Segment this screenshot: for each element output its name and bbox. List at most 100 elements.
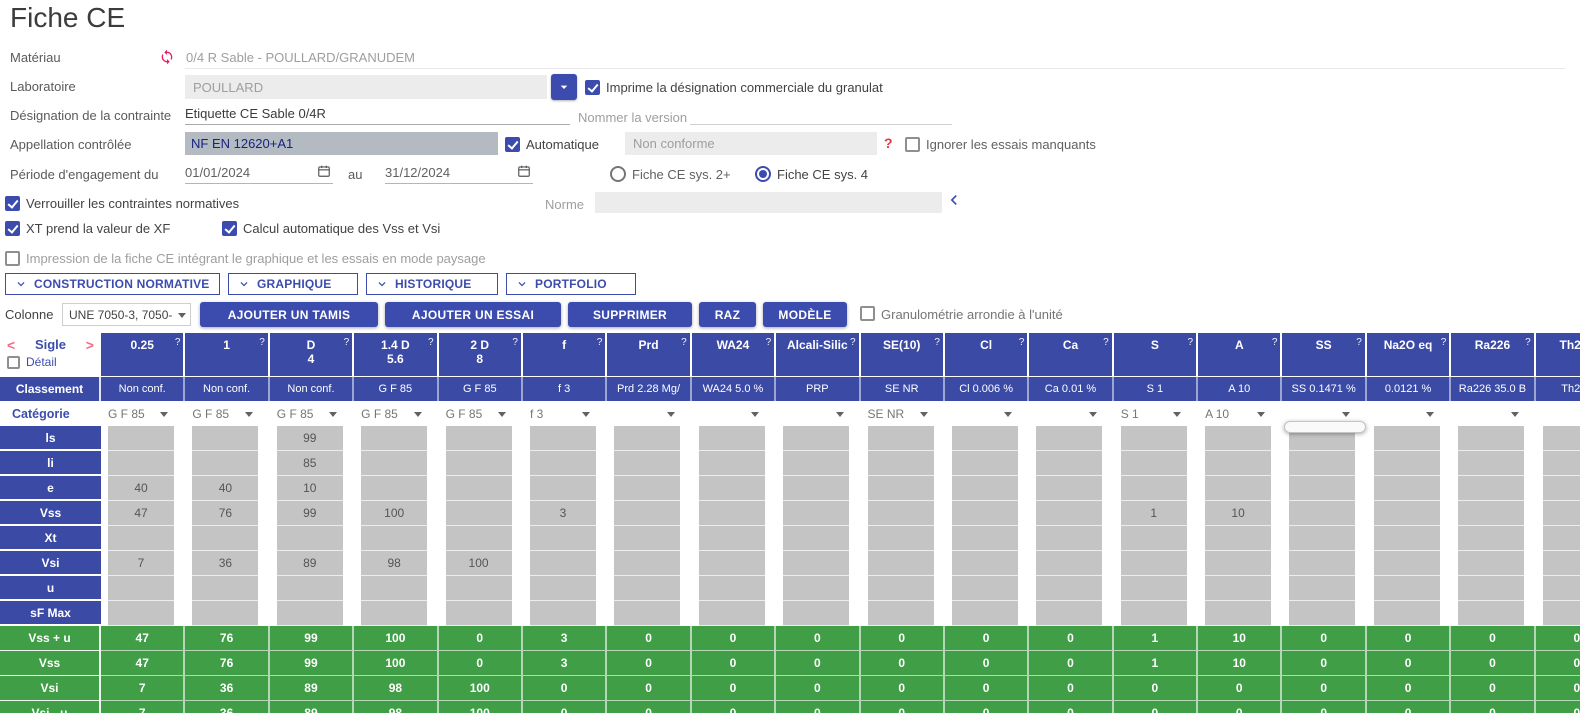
data-cell[interactable]: [108, 451, 174, 476]
detail-checkbox[interactable]: [7, 356, 20, 369]
data-cell[interactable]: 36: [192, 551, 258, 576]
data-cell[interactable]: [1036, 601, 1102, 626]
data-cell[interactable]: [952, 426, 1018, 451]
data-cell[interactable]: [361, 426, 427, 451]
data-cell[interactable]: [868, 601, 934, 626]
data-cell[interactable]: [1121, 476, 1187, 501]
categorie-select[interactable]: f 3: [524, 403, 594, 424]
data-cell[interactable]: [783, 526, 849, 551]
data-cell[interactable]: [1036, 501, 1102, 526]
colonne-select[interactable]: UNE 7050-3, 7050-: [62, 303, 191, 326]
data-cell[interactable]: [614, 601, 680, 626]
data-cell[interactable]: [699, 451, 765, 476]
data-cell[interactable]: [1205, 526, 1271, 551]
data-cell[interactable]: [1543, 551, 1580, 576]
data-cell[interactable]: [614, 576, 680, 601]
data-cell[interactable]: [1374, 551, 1440, 576]
data-cell[interactable]: [868, 576, 934, 601]
help-question-mark[interactable]: ?: [884, 135, 893, 151]
data-cell[interactable]: [614, 426, 680, 451]
data-cell[interactable]: [1036, 576, 1102, 601]
categorie-select[interactable]: G F 85: [102, 403, 172, 424]
data-cell[interactable]: [108, 576, 174, 601]
data-cell[interactable]: [277, 576, 343, 601]
column-help-icon[interactable]: ?: [175, 337, 181, 348]
data-cell[interactable]: [361, 526, 427, 551]
data-cell[interactable]: [1036, 451, 1102, 476]
data-cell[interactable]: 1: [1121, 501, 1187, 526]
data-cell[interactable]: [1036, 476, 1102, 501]
data-cell[interactable]: [1543, 501, 1580, 526]
data-cell[interactable]: [1374, 426, 1440, 451]
data-cell[interactable]: [868, 476, 934, 501]
categorie-select[interactable]: [1452, 403, 1522, 424]
data-cell[interactable]: 40: [108, 476, 174, 501]
data-cell[interactable]: [783, 476, 849, 501]
categorie-select[interactable]: [1030, 403, 1100, 424]
data-cell[interactable]: [1458, 576, 1524, 601]
next-column-arrow[interactable]: >: [86, 338, 94, 352]
column-help-icon[interactable]: ?: [850, 337, 856, 348]
data-cell[interactable]: [1374, 576, 1440, 601]
column-help-icon[interactable]: ?: [428, 337, 434, 348]
categorie-select[interactable]: [608, 403, 678, 424]
data-cell[interactable]: 85: [277, 451, 343, 476]
modele-button[interactable]: MODÈLE: [763, 302, 847, 327]
data-cell[interactable]: 100: [446, 551, 512, 576]
categorie-select[interactable]: [946, 403, 1016, 424]
data-cell[interactable]: [952, 526, 1018, 551]
data-cell[interactable]: [446, 576, 512, 601]
data-cell[interactable]: 10: [1205, 501, 1271, 526]
data-cell[interactable]: [868, 451, 934, 476]
calendar-icon[interactable]: [517, 164, 531, 181]
data-cell[interactable]: [699, 476, 765, 501]
verrouiller-checkbox[interactable]: [5, 196, 20, 211]
categorie-select[interactable]: [777, 403, 847, 424]
data-cell[interactable]: [868, 501, 934, 526]
data-cell[interactable]: 76: [192, 501, 258, 526]
data-cell[interactable]: [614, 526, 680, 551]
data-cell[interactable]: [1205, 476, 1271, 501]
data-cell[interactable]: 98: [361, 551, 427, 576]
data-cell[interactable]: 99: [277, 426, 343, 451]
data-cell[interactable]: [1036, 551, 1102, 576]
data-cell[interactable]: 10: [277, 476, 343, 501]
data-cell[interactable]: [1289, 501, 1355, 526]
data-cell[interactable]: [1121, 551, 1187, 576]
data-cell[interactable]: [1543, 526, 1580, 551]
calcul-auto-checkbox[interactable]: [222, 221, 237, 236]
designation-field[interactable]: Etiquette CE Sable 0/4R: [185, 103, 570, 125]
nommer-version-field[interactable]: [690, 103, 952, 125]
data-cell[interactable]: [530, 576, 596, 601]
data-cell[interactable]: [868, 426, 934, 451]
data-cell[interactable]: [1458, 476, 1524, 501]
data-cell[interactable]: [446, 451, 512, 476]
column-help-icon[interactable]: ?: [1272, 337, 1278, 348]
column-help-icon[interactable]: ?: [934, 337, 940, 348]
section-historique[interactable]: HISTORIQUE: [366, 273, 498, 295]
data-cell[interactable]: [1374, 451, 1440, 476]
data-cell[interactable]: [783, 551, 849, 576]
data-cell[interactable]: 7: [108, 551, 174, 576]
column-help-icon[interactable]: ?: [1103, 337, 1109, 348]
data-cell[interactable]: [530, 601, 596, 626]
data-cell[interactable]: [1121, 426, 1187, 451]
data-cell[interactable]: [1543, 426, 1580, 451]
categorie-select[interactable]: SE NR: [862, 403, 932, 424]
data-cell[interactable]: [952, 576, 1018, 601]
chevron-left-icon[interactable]: [944, 190, 964, 210]
data-cell[interactable]: [1289, 451, 1355, 476]
data-cell[interactable]: [783, 501, 849, 526]
column-help-icon[interactable]: ?: [1525, 337, 1531, 348]
data-cell[interactable]: [108, 601, 174, 626]
granulometrie-checkbox[interactable]: [860, 306, 875, 321]
data-cell[interactable]: [1458, 551, 1524, 576]
appellation-field[interactable]: NF EN 12620+A1: [185, 132, 498, 155]
data-cell[interactable]: [614, 501, 680, 526]
section-graphique[interactable]: GRAPHIQUE: [228, 273, 358, 295]
data-cell[interactable]: [277, 526, 343, 551]
column-help-icon[interactable]: ?: [766, 337, 772, 348]
column-help-icon[interactable]: ?: [1441, 337, 1447, 348]
categorie-select[interactable]: [1368, 403, 1438, 424]
data-cell[interactable]: [1543, 476, 1580, 501]
